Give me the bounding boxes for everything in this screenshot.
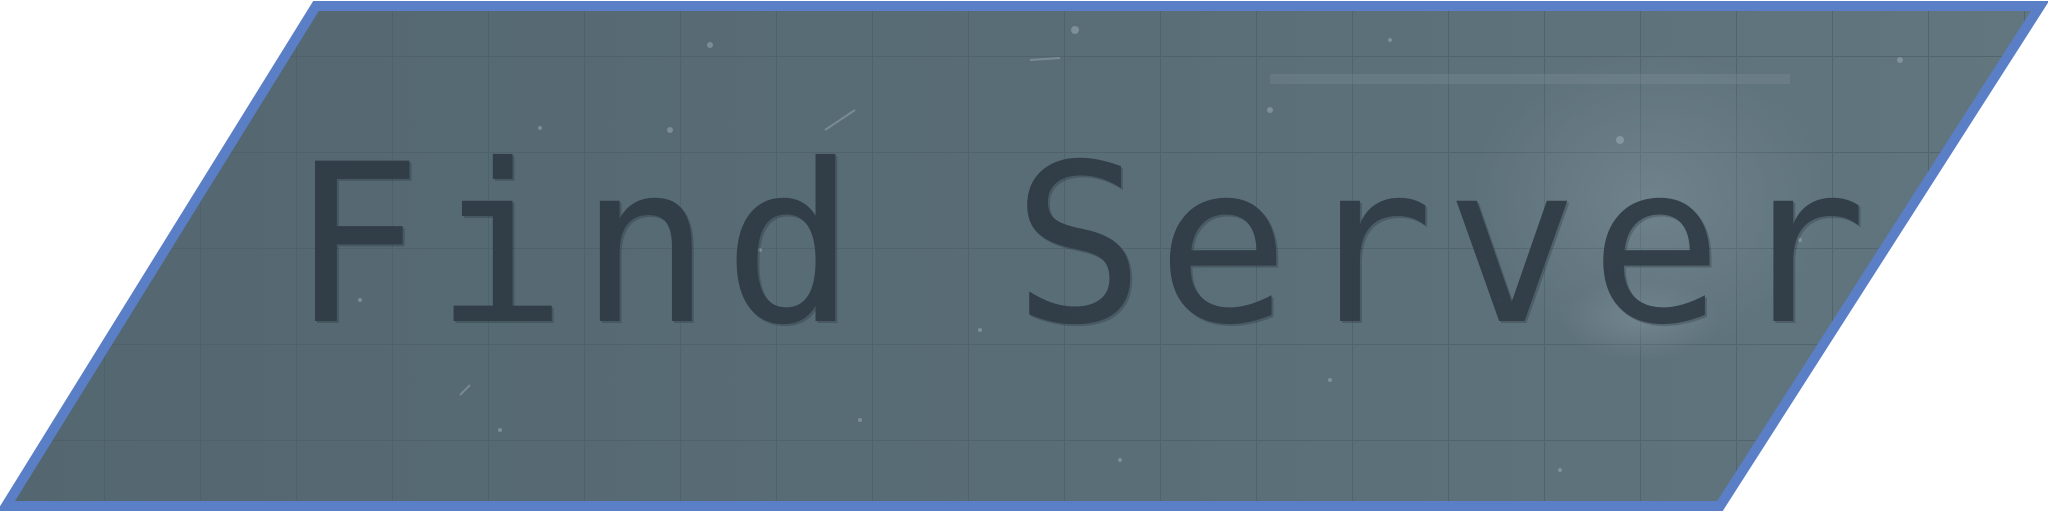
find-server-button-container: Find Server [0, 0, 2048, 512]
find-server-button[interactable] [0, 0, 2048, 512]
